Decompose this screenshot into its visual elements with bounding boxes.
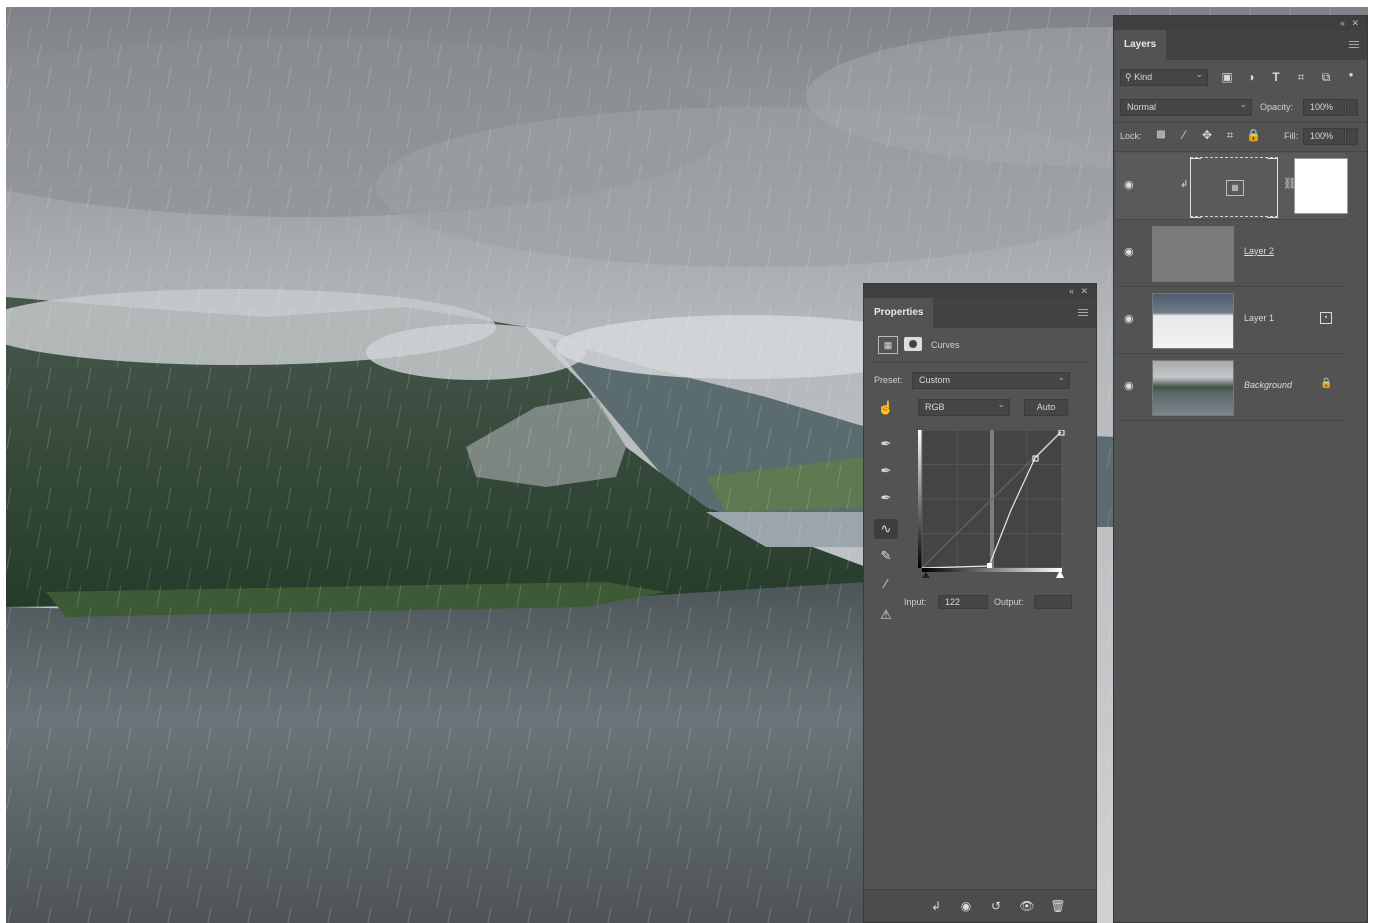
layer-filter-dropdown[interactable]: ⚲ Kind (1120, 69, 1208, 86)
panel-titlebar[interactable]: « ✕ (1114, 16, 1367, 30)
properties-tab-row: Properties (864, 298, 1096, 328)
curves-icon: ▦ (1226, 180, 1244, 196)
opacity-slider-toggle[interactable] (1346, 99, 1358, 116)
filter-adjustment-icon[interactable]: ◑ (1244, 70, 1258, 84)
black-eyedropper-icon[interactable]: ✒ (874, 434, 898, 454)
properties-panel: « ✕ Properties ▦ Curves Preset: Custom ☝… (863, 283, 1097, 923)
filter-kind-label: Kind (1134, 72, 1153, 82)
fill-field[interactable]: 100% (1303, 128, 1345, 145)
opacity-label: Opacity: (1260, 102, 1294, 112)
opacity-field[interactable]: 100% (1303, 99, 1345, 116)
clipping-warning-icon[interactable]: ⚠ (874, 605, 898, 625)
tab-properties[interactable]: Properties (864, 298, 934, 328)
panel-titlebar[interactable]: « ✕ (864, 284, 1096, 298)
visibility-icon[interactable]: 👁 (1019, 898, 1035, 914)
preset-dropdown[interactable]: Custom (912, 372, 1070, 389)
layer-list: ◉ ↲ ▦ ⛓ ◉ Layer 2 ◉ Layer 1 ▪ ◉ Backgrou… (1114, 153, 1367, 433)
filter-toggle-icon[interactable]: ● (1346, 68, 1356, 82)
filter-smart-object-icon[interactable]: ⧉ (1319, 70, 1333, 84)
panel-menu-icon[interactable] (1349, 41, 1359, 49)
channel-dropdown[interactable]: RGB (918, 399, 1010, 416)
filter-shape-icon[interactable]: ⌗ (1294, 70, 1308, 84)
clip-to-layer-icon[interactable]: ↲ (928, 898, 944, 914)
input-field[interactable]: 122 (938, 595, 988, 609)
adjustment-icon[interactable]: ▦ (878, 336, 898, 354)
close-icon[interactable]: ✕ (1351, 17, 1359, 29)
input-label: Input: (904, 597, 927, 607)
curves-graph[interactable] (916, 429, 1068, 578)
fill-slider-toggle[interactable] (1346, 128, 1358, 145)
layer-name[interactable]: Layer 2 (1244, 246, 1274, 256)
lock-transparent-pixels-icon[interactable]: ▩ (1154, 128, 1168, 142)
panel-menu-icon[interactable] (1078, 309, 1088, 317)
preset-label: Preset: (874, 375, 903, 385)
lock-label: Lock: (1120, 131, 1142, 141)
adjustment-type-label: Curves (931, 340, 960, 350)
fill-label: Fill: (1284, 131, 1298, 141)
lock-all-icon[interactable]: 🔒 (1246, 128, 1261, 142)
collapse-icon[interactable]: « (1069, 285, 1074, 297)
lock-icon: 🔒 (1320, 378, 1333, 389)
smooth-icon[interactable]: ⁄ (874, 574, 898, 594)
tab-layers[interactable]: Layers (1114, 30, 1167, 60)
clipping-arrow-icon: ↲ (1180, 179, 1189, 190)
collapse-icon[interactable]: « (1340, 17, 1345, 29)
filter-type-icon[interactable]: T (1269, 70, 1283, 84)
lock-artboard-icon[interactable]: ⌗ (1223, 128, 1237, 142)
layer-name[interactable]: Layer 1 (1244, 313, 1274, 323)
curves-adjustment-thumbnail: ▦ (1190, 157, 1278, 218)
properties-bottom-bar: ↲ ◉ ↺ 👁 🗑 (864, 889, 1096, 922)
layer-row[interactable]: ◉ Layer 1 ▪ (1116, 287, 1346, 354)
layer-row[interactable]: ◉ Layer 2 (1116, 220, 1346, 287)
visibility-eye-icon[interactable]: ◉ (1124, 179, 1138, 191)
reset-icon[interactable]: ↺ (988, 898, 1004, 914)
white-eyedropper-icon[interactable]: ✒ (874, 488, 898, 508)
curve-point-icon[interactable]: ∿ (874, 519, 898, 539)
layers-panel: « ✕ Layers ⚲ Kind ▣ ◑ T ⌗ ⧉ ● Normal Opa… (1113, 15, 1368, 923)
pencil-icon[interactable]: ✎ (874, 546, 898, 566)
visibility-eye-icon[interactable]: ◉ (1124, 380, 1138, 392)
layers-tab-row: Layers (1114, 30, 1367, 60)
output-field[interactable] (1034, 595, 1072, 609)
lock-image-pixels-icon[interactable]: ⁄ (1177, 128, 1191, 142)
auto-button[interactable]: Auto (1024, 399, 1068, 416)
gray-eyedropper-icon[interactable]: ✒ (874, 461, 898, 481)
layer-thumbnail (1152, 293, 1234, 349)
search-icon: ⚲ (1125, 72, 1135, 82)
targeted-adjustment-icon[interactable]: ☝ (874, 398, 898, 418)
lock-position-icon[interactable]: ✥ (1200, 128, 1214, 142)
layer-row[interactable]: ◉ Background 🔒 (1116, 354, 1346, 421)
smart-object-icon: ▪ (1320, 312, 1332, 324)
visibility-eye-icon[interactable]: ◉ (1124, 246, 1138, 258)
blend-mode-dropdown[interactable]: Normal (1120, 99, 1252, 116)
close-icon[interactable]: ✕ (1080, 285, 1088, 297)
visibility-eye-icon[interactable]: ◉ (1124, 313, 1138, 325)
layer-thumbnail (1152, 360, 1234, 416)
layer-mask-thumbnail[interactable] (1294, 158, 1348, 214)
filter-pixel-icon[interactable]: ▣ (1220, 70, 1234, 84)
mask-icon[interactable] (904, 337, 922, 351)
layer-thumbnail (1152, 226, 1234, 282)
view-previous-icon[interactable]: ◉ (958, 898, 974, 914)
output-label: Output: (994, 597, 1024, 607)
layer-name[interactable]: Background (1244, 380, 1292, 390)
layer-row[interactable]: ◉ ↲ ▦ ⛓ (1116, 153, 1348, 220)
trash-icon[interactable]: 🗑 (1050, 898, 1066, 914)
